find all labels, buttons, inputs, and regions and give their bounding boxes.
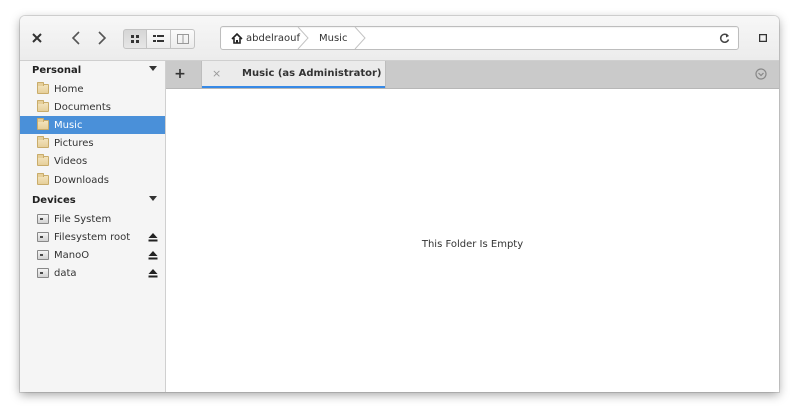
chevron-down-icon[interactable]: [149, 66, 157, 71]
grid-view-button[interactable]: [123, 29, 147, 49]
active-tab-indicator: [202, 86, 385, 88]
folder-icon: [37, 118, 49, 130]
sidebar-item-documents[interactable]: Documents: [20, 98, 165, 116]
sidebar-item-label: Home: [54, 83, 84, 95]
new-tab-button[interactable]: +: [172, 65, 188, 83]
sidebar-item-file-system[interactable]: File System: [20, 210, 165, 228]
chevron-left-icon: [71, 31, 80, 45]
header-bar: abdelraouf Music: [20, 16, 779, 61]
sidebar-item-label: data: [54, 267, 77, 279]
sidebar-item-label: Videos: [54, 155, 88, 167]
folder-icon: [37, 173, 49, 185]
file-view[interactable]: This Folder Is Empty: [166, 89, 779, 392]
sidebar-item-downloads[interactable]: Downloads: [20, 171, 165, 189]
chevron-down-icon[interactable]: [149, 196, 157, 201]
tab-close-button[interactable]: ×: [212, 67, 221, 80]
column-view-icon: [176, 34, 189, 44]
sidebar-item-videos[interactable]: Videos: [20, 152, 165, 170]
folder-icon: [37, 154, 49, 166]
folder-icon: [37, 136, 49, 148]
breadcrumb-home-label: abdelraouf: [246, 32, 300, 44]
grid-view-icon: [131, 35, 139, 43]
path-bar[interactable]: abdelraouf Music: [220, 26, 739, 50]
drive-icon: [37, 232, 49, 242]
breadcrumb-music[interactable]: Music: [319, 27, 347, 49]
home-icon: [231, 32, 243, 44]
sidebar-item-label: Downloads: [54, 174, 109, 186]
sidebar-item-label: ManoO: [54, 249, 90, 261]
reload-button[interactable]: [719, 27, 730, 49]
drive-icon: [37, 250, 49, 260]
sidebar-item-label: Documents: [54, 101, 112, 113]
eject-icon[interactable]: [148, 250, 158, 260]
folder-icon: [37, 100, 49, 112]
tab-music-administrator[interactable]: × Music (as Administrator): [201, 61, 386, 88]
sidebar-item-pictures[interactable]: Pictures: [20, 134, 165, 152]
eject-icon[interactable]: [148, 268, 158, 278]
sidebar-item-filesystem-root[interactable]: Filesystem root: [20, 228, 165, 246]
sidebar-item-label: Filesystem root: [54, 231, 131, 243]
breadcrumb-separator-icon: [297, 27, 309, 49]
back-button[interactable]: [64, 25, 88, 51]
home-folder-icon: [37, 82, 49, 94]
close-icon: [32, 33, 42, 43]
file-manager-window: abdelraouf Music Personal Home Documents…: [20, 16, 779, 392]
sidebar-item-music[interactable]: Music: [20, 116, 165, 134]
sidebar-section-personal[interactable]: Personal: [20, 61, 165, 79]
sidebar-item-label: File System: [54, 213, 112, 225]
sidebar-item-label: Pictures: [54, 137, 94, 149]
breadcrumb-music-label: Music: [319, 32, 348, 44]
breadcrumb-separator-icon: [354, 27, 366, 49]
list-view-icon: [153, 35, 164, 42]
tab-history-icon[interactable]: [755, 68, 767, 80]
breadcrumb-home[interactable]: abdelraouf: [231, 27, 300, 49]
sidebar-item-manoo[interactable]: ManoO: [20, 246, 165, 264]
eject-icon[interactable]: [148, 232, 158, 242]
sidebar-item-data[interactable]: data: [20, 264, 165, 282]
sidebar-section-label: Devices: [32, 194, 76, 206]
close-window-button[interactable]: [28, 29, 46, 47]
forward-button[interactable]: [90, 25, 114, 51]
tab-bar: + × Music (as Administrator): [166, 61, 779, 89]
reload-icon: [719, 33, 730, 43]
sidebar-item-home[interactable]: Home: [20, 80, 165, 98]
chevron-right-icon: [98, 31, 107, 45]
drive-icon: [37, 268, 49, 278]
tab-label: Music (as Administrator): [242, 68, 382, 79]
column-view-button[interactable]: [171, 29, 195, 49]
sidebar-section-devices[interactable]: Devices: [20, 191, 165, 209]
sidebar-item-label: Music: [54, 119, 83, 131]
drive-icon: [37, 214, 49, 224]
empty-folder-message: This Folder Is Empty: [421, 239, 524, 250]
window-menu-button[interactable]: [755, 30, 771, 46]
sidebar-section-label: Personal: [32, 64, 82, 76]
list-view-button[interactable]: [147, 29, 171, 49]
window-menu-icon: [759, 34, 767, 42]
sidebar: Personal Home Documents Music Pictures V…: [20, 61, 166, 392]
